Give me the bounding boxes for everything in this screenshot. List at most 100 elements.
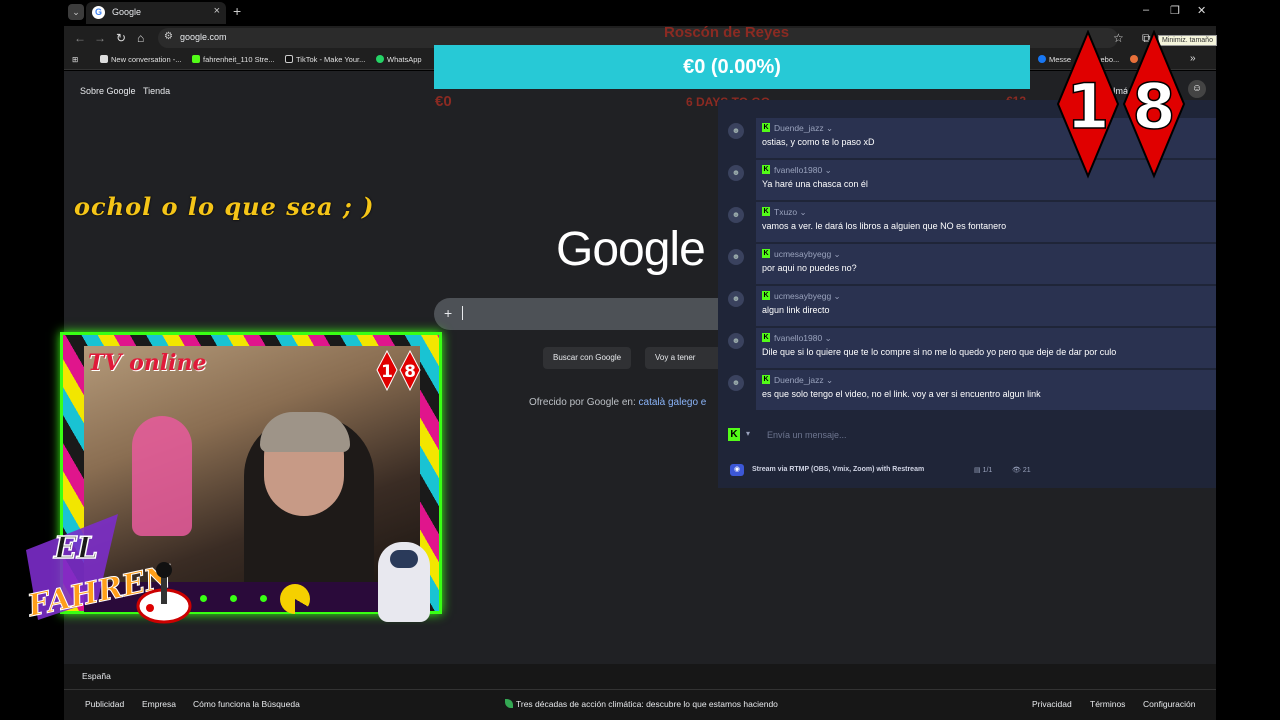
footer-link[interactable]: Cómo funciona la Búsqueda <box>193 699 300 709</box>
footer-links-bar: Publicidad Empresa Cómo funciona la Búsq… <box>64 690 1216 720</box>
chevron-down-icon[interactable]: ▾ <box>746 429 750 438</box>
account-avatar[interactable]: ☺ <box>1188 80 1206 98</box>
streamer-hair <box>260 412 350 452</box>
google-logo: Google <box>556 223 706 276</box>
feeling-lucky-button[interactable]: Voy a tener suer <box>645 347 719 369</box>
bookmark-item[interactable]: New conversation -... <box>100 55 181 64</box>
user-avatar-icon[interactable]: ☻ <box>728 375 744 391</box>
apps-icon[interactable]: ⊞ <box>72 55 78 64</box>
chat-username[interactable]: Txuzo ⌄ <box>774 207 807 218</box>
reload-icon[interactable]: ↻ <box>116 31 126 45</box>
kick-icon <box>192 55 200 63</box>
chat-username[interactable]: fvanello1980 ⌄ <box>774 165 832 176</box>
user-avatar-icon[interactable]: ☻ <box>728 207 744 223</box>
user-avatar-icon[interactable]: ☻ <box>728 123 744 139</box>
chat-placeholder: Envía un mensaje... <box>767 430 847 440</box>
scenes-value: 1/1 <box>982 467 993 474</box>
pac-dot <box>260 595 267 602</box>
climate-link[interactable]: Tres décadas de acción climática: descub… <box>516 699 778 709</box>
chat-message: ☻ K Txuzo ⌄ vamos a ver. le dará los libros… <box>718 202 1216 242</box>
kick-badge-icon: K <box>762 123 770 132</box>
kick-badge-icon: K <box>762 165 770 174</box>
age-digit-8: 8 <box>1132 70 1175 143</box>
footer-link[interactable]: Empresa <box>142 699 176 709</box>
chat-text: ostias, y como te lo paso xD <box>762 137 875 147</box>
store-link[interactable]: Tienda <box>143 86 170 96</box>
bookmark-item[interactable]: WhatsApp <box>376 55 422 64</box>
google-favicon-icon: G <box>92 6 105 19</box>
chat-username[interactable]: ucmesaybyegg ⌄ <box>774 249 841 260</box>
minimize-icon[interactable]: – <box>1143 4 1149 16</box>
chat-message: ☻ K Duende_jazz ⌄ es que solo tengo el vide… <box>718 370 1216 410</box>
close-tab-icon[interactable]: × <box>214 5 220 17</box>
chat-username[interactable]: fvanello1980 ⌄ <box>774 333 832 344</box>
pacman-icon <box>280 584 310 614</box>
chat-username[interactable]: ucmesaybyegg ⌄ <box>774 291 841 302</box>
restream-icon: ◉ <box>730 464 744 476</box>
goal-title: Roscón de Reyes <box>664 24 790 41</box>
pac-dot <box>200 595 207 602</box>
chat-username[interactable]: Duende_jazz ⌄ <box>774 123 833 134</box>
cam-age-digit: 8 <box>404 362 416 382</box>
cam-label: TV online <box>88 350 207 376</box>
user-avatar-icon[interactable]: ☻ <box>728 291 744 307</box>
bookmark-item[interactable]: fahrenheit_110 Stre... <box>192 55 275 64</box>
scrolling-ticker-text: ochol o lo que sea ; ) <box>74 192 375 221</box>
chat-username[interactable]: Duende_jazz ⌄ <box>774 375 833 386</box>
offered-label: Ofrecido por Google en: <box>529 397 636 408</box>
kick-badge-icon: K <box>762 333 770 342</box>
chat-text: por aqui no puedes no? <box>762 263 857 273</box>
google-search-button[interactable]: Buscar con Google <box>543 347 632 369</box>
pac-dot <box>230 595 237 602</box>
viewer-count: 👁 21 <box>1012 467 1031 474</box>
forward-icon[interactable]: → <box>94 31 106 45</box>
astronaut-icon <box>378 542 430 622</box>
age-digit-1: 1 <box>1066 70 1109 143</box>
chat-message: ☻ Kfvanello1980 ⌄ Dile que si lo quiere qu… <box>718 328 1216 368</box>
logo-word-el: EL <box>53 531 98 566</box>
more-bookmarks-icon[interactable]: » <box>1190 53 1196 64</box>
kick-icon: K <box>728 428 740 441</box>
goal-min: €0 <box>435 93 452 110</box>
chat-input[interactable]: K ▾ Envía un mensaje... <box>718 420 1216 450</box>
goal-amount: €0 (0.00%) <box>683 56 781 78</box>
footer-link[interactable]: Publicidad <box>85 699 124 709</box>
new-tab-icon[interactable]: + <box>233 3 241 19</box>
restore-icon[interactable]: ❐ <box>1170 4 1180 17</box>
viewers-value: 21 <box>1022 467 1031 474</box>
kick-badge-icon: K <box>762 291 770 300</box>
whatsapp-icon <box>376 55 384 63</box>
home-icon[interactable]: ⌂ <box>137 31 144 45</box>
language-links[interactable]: català galego e <box>639 397 707 408</box>
tab-title: Google <box>112 7 142 17</box>
back-icon[interactable]: ← <box>74 31 86 45</box>
scenes-count: ▤ 1/1 <box>974 467 993 474</box>
country-label: España <box>82 671 111 681</box>
goal-progress-bar: €0 (0.00%) <box>434 45 1030 89</box>
kick-badge-icon: K <box>762 249 770 258</box>
plus-icon[interactable]: + <box>444 305 452 321</box>
bookmark-item[interactable]: TikTok - Make Your... <box>285 55 365 64</box>
stream-status-bar: ◉ Stream via RTMP (OBS, Vmix, Zoom) with… <box>718 458 1216 486</box>
text-caret <box>462 306 463 320</box>
tab-google[interactable]: G Google × <box>86 2 226 24</box>
user-avatar-icon[interactable]: ☻ <box>728 333 744 349</box>
about-google-link[interactable]: Sobre Google <box>80 86 136 96</box>
user-avatar-icon[interactable]: ☻ <box>728 249 744 265</box>
footer-link[interactable]: Privacidad <box>1032 699 1072 709</box>
footer-link[interactable]: Términos <box>1090 699 1125 709</box>
leaf-icon <box>505 699 513 708</box>
chat-text: algun link directo <box>762 305 830 315</box>
offered-in: Ofrecido por Google en: català galego e <box>529 397 706 408</box>
kick-badge-icon: K <box>762 207 770 216</box>
stream-label: Stream via RTMP (OBS, Vmix, Zoom) with R… <box>752 466 925 473</box>
site-info-icon[interactable]: ⚙ <box>164 31 173 42</box>
joystick-icon <box>136 562 192 624</box>
close-window-icon[interactable]: ✕ <box>1197 4 1206 17</box>
cam-age-digit: 1 <box>381 362 393 382</box>
cam-age-badge: 1 8 <box>376 350 421 392</box>
chat-text: es que solo tengo el video, no el link. … <box>762 389 1041 399</box>
tab-search-icon[interactable]: ⌄ <box>68 4 84 20</box>
user-avatar-icon[interactable]: ☻ <box>728 165 744 181</box>
footer-link[interactable]: Configuración <box>1143 699 1195 709</box>
